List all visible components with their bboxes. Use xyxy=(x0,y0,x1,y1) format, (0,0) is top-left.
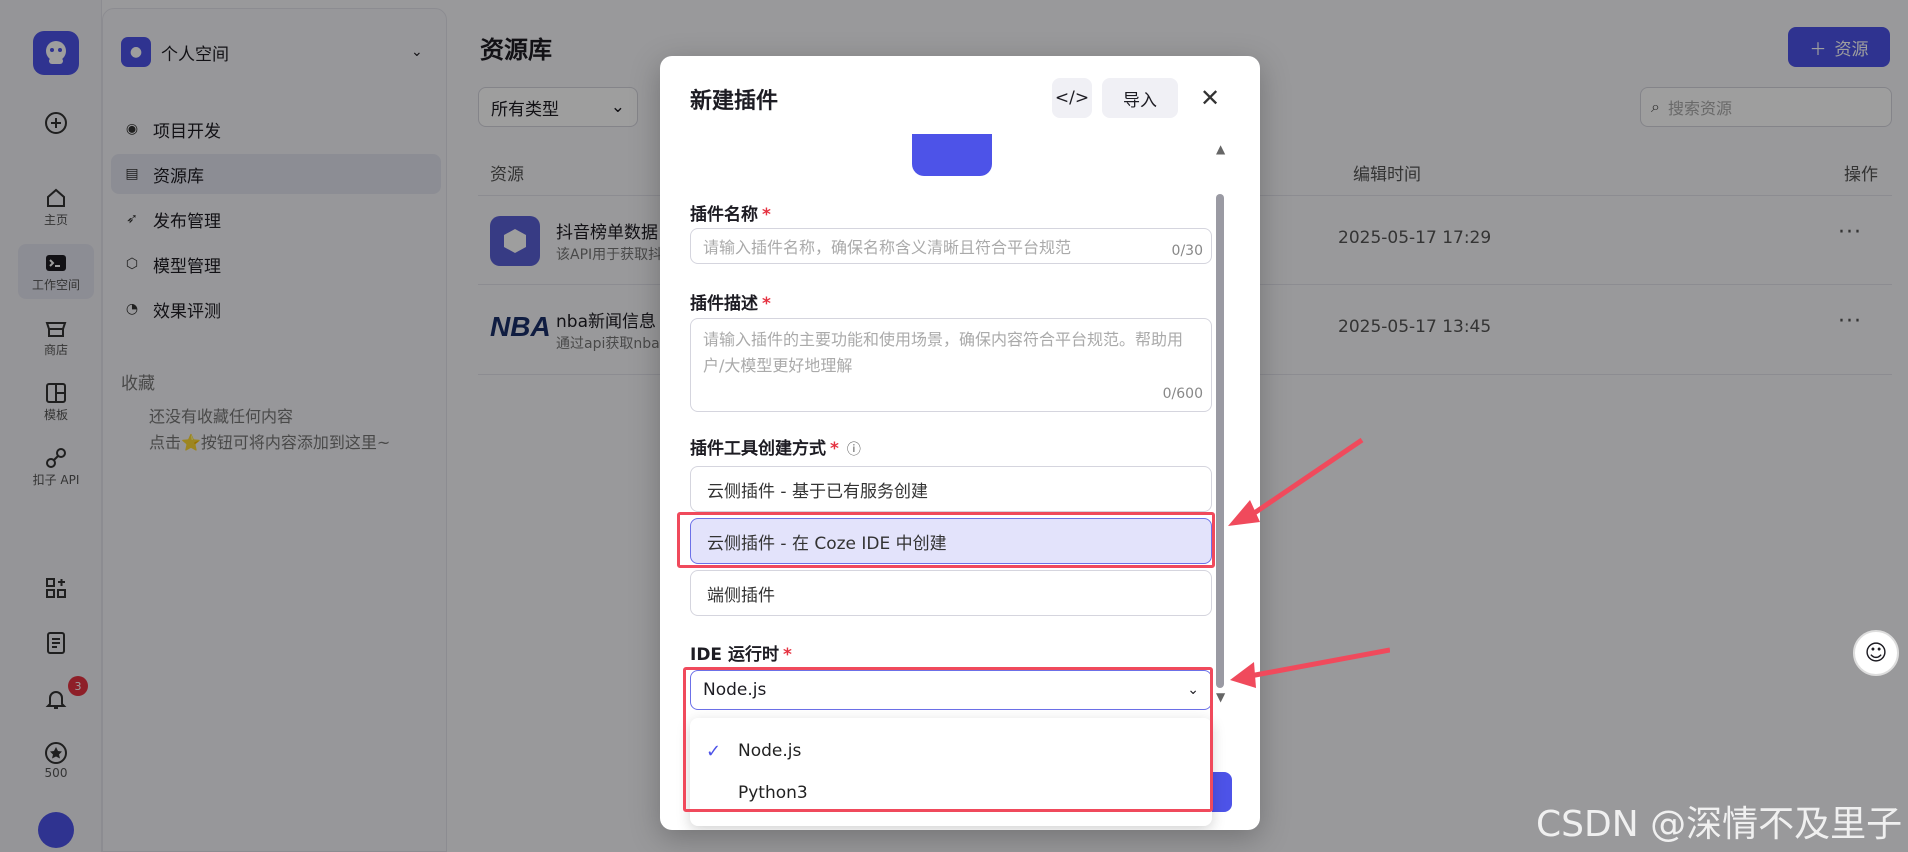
desc-label: 插件描述 * xyxy=(690,294,771,314)
highlight-box xyxy=(683,667,1213,812)
method-label: 插件工具创建方式 * ⓘ xyxy=(690,439,861,459)
method-option[interactable]: 云侧插件 - 基于已有服务创建 xyxy=(690,466,1212,512)
dialog-title: 新建插件 xyxy=(690,89,779,114)
name-label: 插件名称 * xyxy=(690,205,771,225)
watermark: CSDN @深情不及里子 xyxy=(1536,804,1903,845)
info-icon: ⓘ xyxy=(846,442,861,458)
plugin-avatar[interactable] xyxy=(912,134,992,176)
name-placeholder: 请输入插件名称，确保名称含义清晰且符合平台规范 xyxy=(703,238,1072,257)
method-option[interactable]: 端侧插件 xyxy=(690,570,1212,616)
assistant-avatar[interactable]: ☺ xyxy=(1853,630,1899,676)
desc-counter: 0/600 xyxy=(1162,386,1203,402)
scroll-up-icon[interactable]: ▲ xyxy=(1216,142,1225,156)
runtime-label: IDE 运行时 * xyxy=(690,645,792,665)
plugin-desc-textarea[interactable]: 请输入插件的主要功能和使用场景，确保内容符合平台规范。帮助用户/大模型更好地理解… xyxy=(690,318,1212,412)
code-icon[interactable]: </> xyxy=(1052,78,1092,118)
highlight-box xyxy=(677,512,1215,568)
plugin-name-input[interactable]: 请输入插件名称，确保名称含义清晰且符合平台规范 0/30 xyxy=(690,228,1212,264)
import-button[interactable]: 导入 xyxy=(1102,78,1178,118)
close-icon[interactable]: ✕ xyxy=(1200,84,1220,112)
annotation-arrows xyxy=(1228,437,1390,688)
name-counter: 0/30 xyxy=(1171,243,1203,259)
desc-placeholder: 请输入插件的主要功能和使用场景，确保内容符合平台规范。帮助用户/大模型更好地理解 xyxy=(703,330,1184,375)
